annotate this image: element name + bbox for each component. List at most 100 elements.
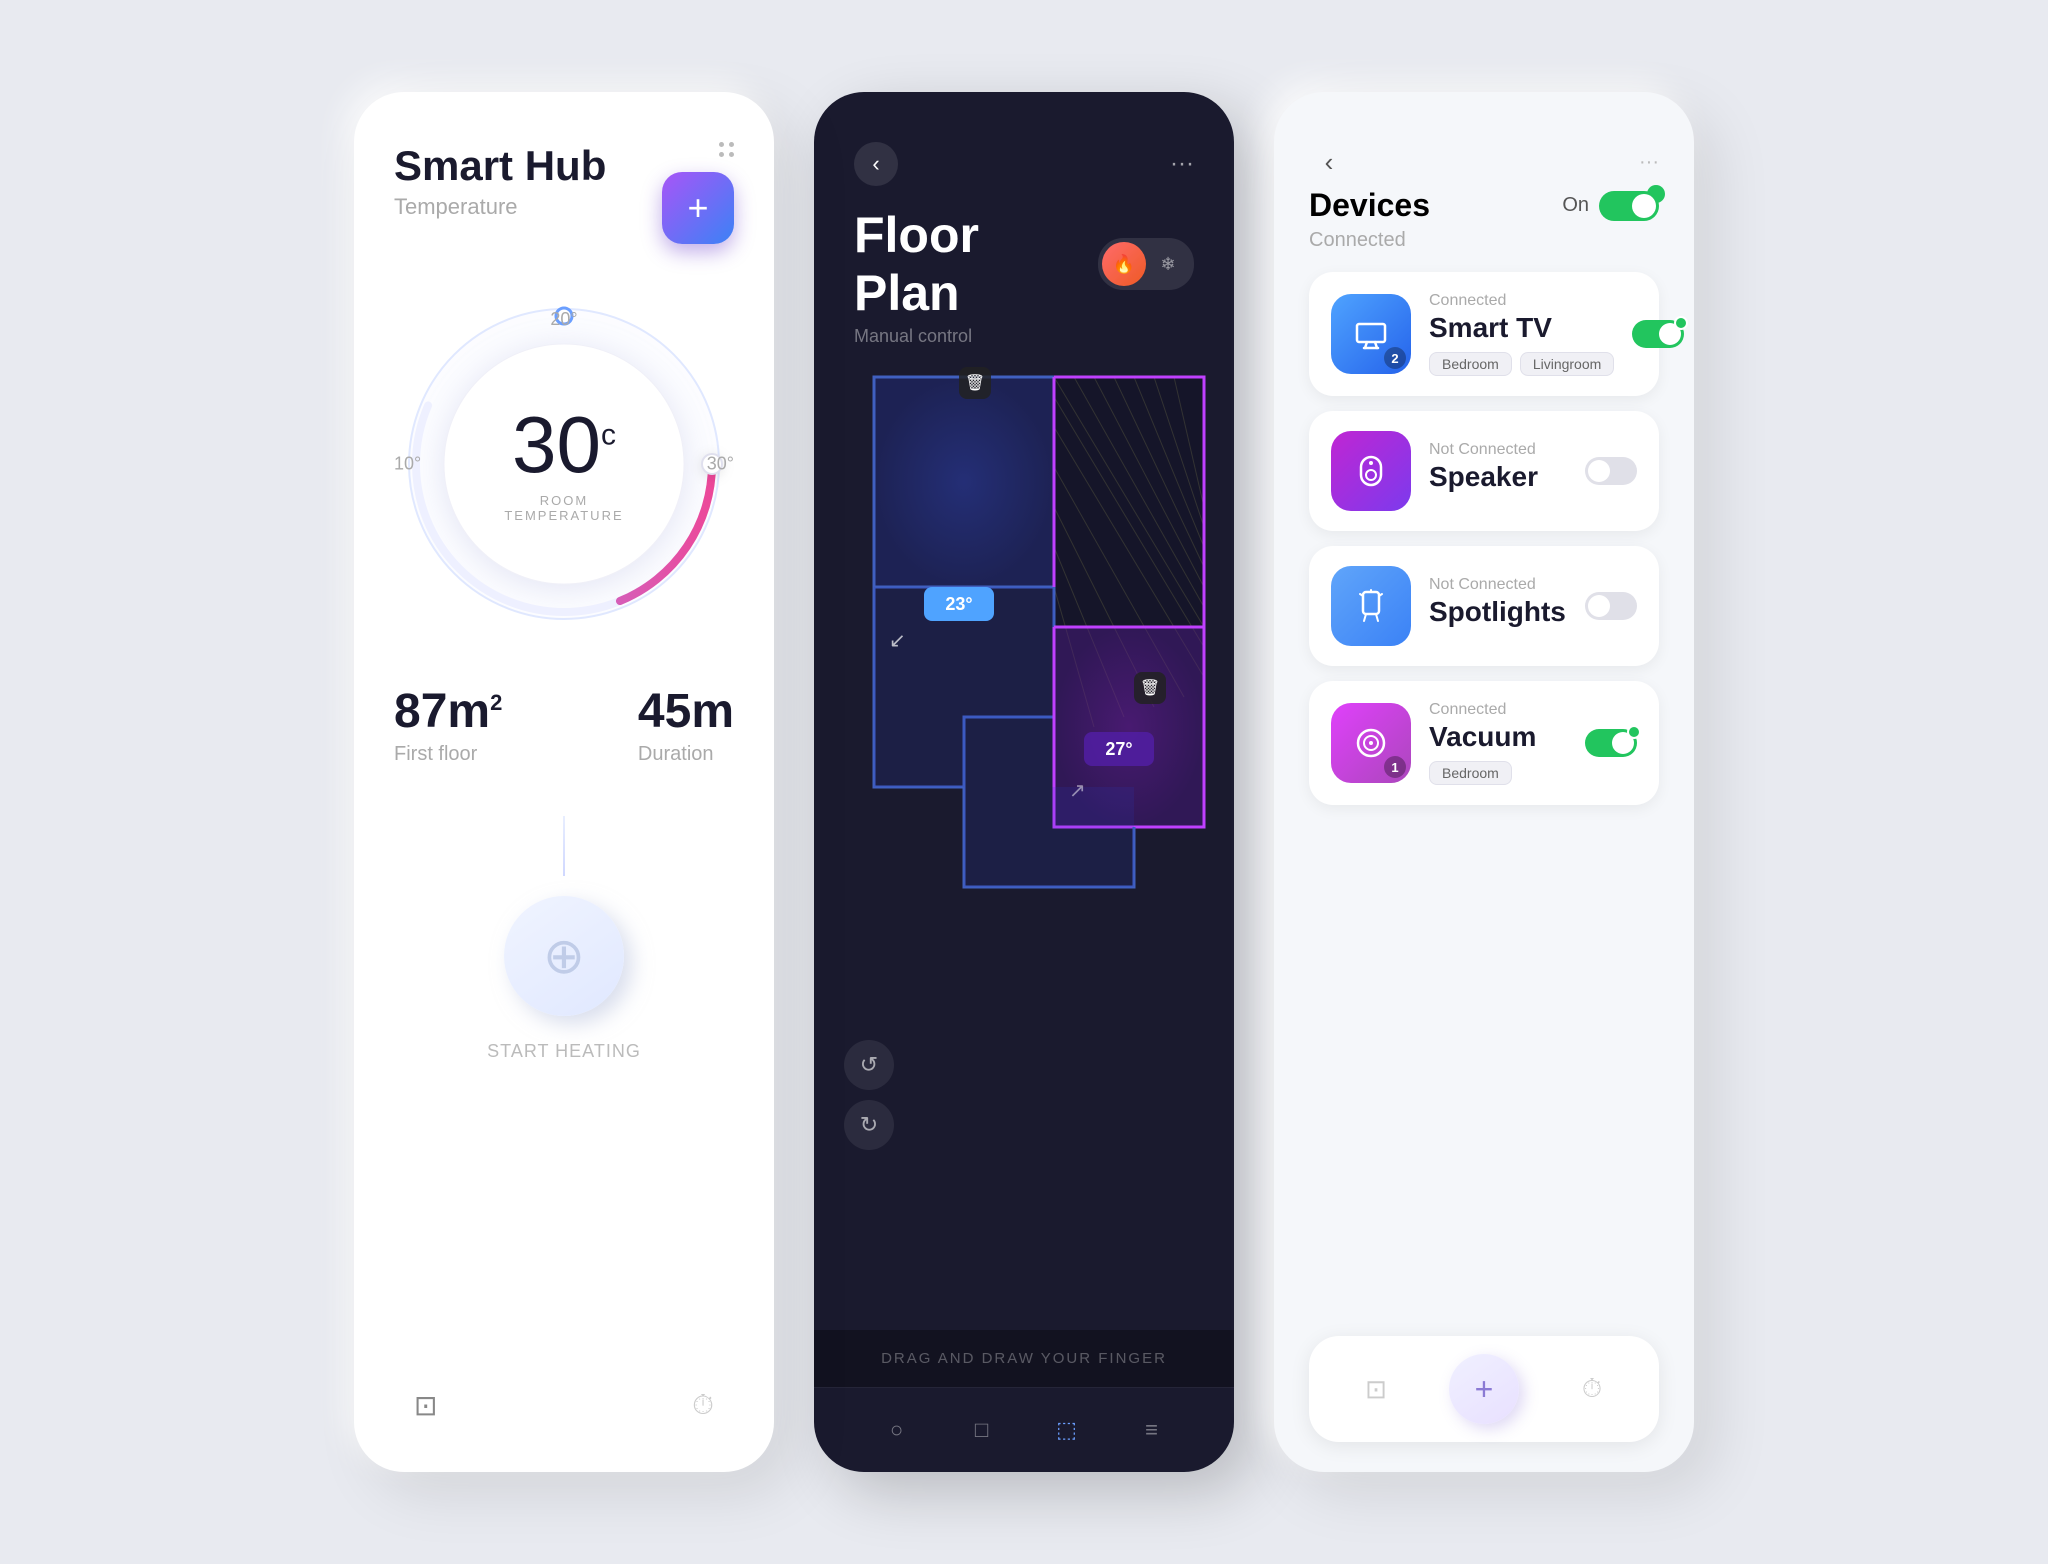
devices-panel: ‹ ··· Devices On Connected 2 (1274, 92, 1694, 1472)
svg-text:27°: 27° (1105, 739, 1132, 759)
tv-tags: Bedroom Livingroom (1429, 352, 1614, 376)
panel2-header: ‹ ··· (814, 92, 1234, 206)
nav3-add-button[interactable]: + (1449, 1354, 1519, 1424)
menu-dots[interactable] (719, 142, 734, 157)
svg-text:↙: ↙ (889, 630, 906, 652)
spotlights-info: Not Connected Spotlights (1429, 576, 1567, 636)
panel3-title-row: Devices On (1309, 187, 1659, 224)
speaker-info: Not Connected Speaker (1429, 441, 1567, 501)
duration-label: Duration (638, 743, 734, 766)
scale-20: 20° (550, 309, 577, 330)
menu-dots-2[interactable]: ··· (1170, 150, 1194, 178)
main-toggle[interactable] (1599, 191, 1659, 221)
vacuum-status: Connected (1429, 701, 1567, 719)
spotlights-toggle[interactable] (1585, 592, 1637, 620)
spotlights-status: Not Connected (1429, 576, 1567, 594)
undo-button[interactable]: ↺ (844, 1040, 894, 1090)
scale-30: 30° (707, 454, 734, 475)
vacuum-toggle-wrap (1585, 729, 1637, 757)
area-value: 87m2 (394, 684, 502, 739)
tv-icon-wrap: 2 (1331, 294, 1411, 374)
bottom-tools: ○ □ ⬚ ≡ (814, 1387, 1234, 1472)
tv-name: Smart TV (1429, 312, 1614, 344)
stats-row: 87m2 First floor 45m Duration (394, 684, 734, 766)
vacuum-name: Vacuum (1429, 721, 1567, 753)
smart-hub-title: Smart Hub (394, 142, 606, 190)
device-card-vacuum[interactable]: 1 Connected Vacuum Bedroom (1309, 681, 1659, 805)
bottom-nav-3: ⊡ + ⏱ (1309, 1336, 1659, 1442)
circle-tool[interactable]: ○ (875, 1408, 919, 1452)
device-list: 2 Connected Smart TV Bedroom Livingroom (1309, 272, 1659, 1316)
nav-home-icon[interactable]: ⊡ (414, 1389, 437, 1422)
stat-area: 87m2 First floor (394, 684, 502, 766)
mode-buttons: 🔥 ❄ (1098, 238, 1194, 290)
menu-dots-3[interactable]: ··· (1639, 151, 1659, 174)
vacuum-icon-wrap: 1 (1331, 703, 1411, 783)
temp-label: ROOMTEMPERATURE (504, 493, 623, 523)
thermostat[interactable]: 20° 10° 30° (394, 294, 734, 634)
vacuum-badge: 1 (1384, 756, 1406, 778)
nav3-clock-icon[interactable]: ⏱ (1567, 1364, 1617, 1414)
tv-status: Connected (1429, 292, 1614, 310)
back-button-3[interactable]: ‹ (1309, 142, 1349, 182)
panel2-title-block: Floor Plan 🔥 ❄ Manual control (814, 206, 1234, 357)
device-card-speaker[interactable]: Not Connected Speaker (1309, 411, 1659, 531)
spotlights-icon (1353, 588, 1389, 624)
on-label: On (1562, 194, 1589, 217)
vacuum-icon (1353, 725, 1389, 761)
spotlights-icon-wrap (1331, 566, 1411, 646)
scale-10: 10° (394, 454, 421, 475)
connected-label: Connected (1309, 229, 1659, 252)
panel3-header: ‹ ··· (1309, 142, 1659, 182)
tv-icon (1353, 316, 1389, 352)
fingerprint-button[interactable]: ⊕ (504, 896, 624, 1016)
vacuum-tags: Bedroom (1429, 761, 1567, 785)
tv-toggle-wrap (1632, 320, 1684, 348)
snow-mode-btn[interactable]: ❄ (1146, 242, 1190, 286)
stat-duration: 45m Duration (638, 684, 734, 766)
duration-value: 45m (638, 684, 734, 739)
drag-hint: DRAG AND DRAW YOUR FINGER (814, 1330, 1234, 1387)
bottom-nav-1: ⊡ ⏱ (394, 1389, 734, 1422)
speaker-name: Speaker (1429, 461, 1567, 493)
floor-plan-title: Floor Plan (854, 206, 1083, 322)
back-button-2[interactable]: ‹ (854, 142, 898, 186)
square-tool[interactable]: □ (960, 1408, 1004, 1452)
speaker-status: Not Connected (1429, 441, 1567, 459)
tv-info: Connected Smart TV Bedroom Livingroom (1429, 292, 1614, 376)
tv-connected-dot (1674, 316, 1688, 330)
panel1-header: Smart Hub Temperature + (394, 142, 734, 244)
device-card-tv[interactable]: 2 Connected Smart TV Bedroom Livingroom (1309, 272, 1659, 396)
smart-hub-subtitle: Temperature (394, 194, 606, 220)
add-button[interactable]: + (662, 172, 734, 244)
panel1-title-block: Smart Hub Temperature (394, 142, 606, 220)
panel3-title: Devices (1309, 187, 1430, 224)
speaker-icon (1353, 453, 1389, 489)
vacuum-connected-dot (1627, 725, 1641, 739)
temp-value: 30c (504, 405, 623, 485)
start-heating-label: START HEATING (487, 1041, 641, 1062)
smart-hub-panel: Smart Hub Temperature + 20° 10° 30° (354, 92, 774, 1472)
tv-badge: 2 (1384, 347, 1406, 369)
devices-title: Devices (1309, 187, 1430, 224)
tag-bedroom-vacuum: Bedroom (1429, 761, 1512, 785)
temperature-display: 30c ROOMTEMPERATURE (504, 405, 623, 523)
speaker-icon-wrap (1331, 431, 1411, 511)
tag-bedroom: Bedroom (1429, 352, 1512, 376)
fire-mode-btn[interactable]: 🔥 (1102, 242, 1146, 286)
redo-button[interactable]: ↻ (844, 1100, 894, 1150)
on-toggle[interactable]: On (1562, 191, 1659, 221)
device-card-spotlights[interactable]: Not Connected Spotlights (1309, 546, 1659, 666)
svg-text:23°: 23° (945, 594, 972, 614)
floor-plan-area[interactable]: 🗑 🗑 23° ↙ 27° ↗ ↺ ↻ (814, 357, 1234, 1330)
nav3-home-icon[interactable]: ⊡ (1351, 1364, 1401, 1414)
floor-plan-subtitle: Manual control (854, 326, 1194, 347)
nav-clock-icon[interactable]: ⏱ (692, 1389, 714, 1422)
svg-text:🗑: 🗑 (1140, 679, 1160, 697)
speaker-toggle[interactable] (1585, 457, 1637, 485)
fingerprint-icon: ⊕ (543, 927, 585, 985)
hatch-tool[interactable]: ≡ (1130, 1408, 1174, 1452)
area-label: First floor (394, 743, 502, 766)
select-tool[interactable]: ⬚ (1045, 1408, 1089, 1452)
vacuum-info: Connected Vacuum Bedroom (1429, 701, 1567, 785)
